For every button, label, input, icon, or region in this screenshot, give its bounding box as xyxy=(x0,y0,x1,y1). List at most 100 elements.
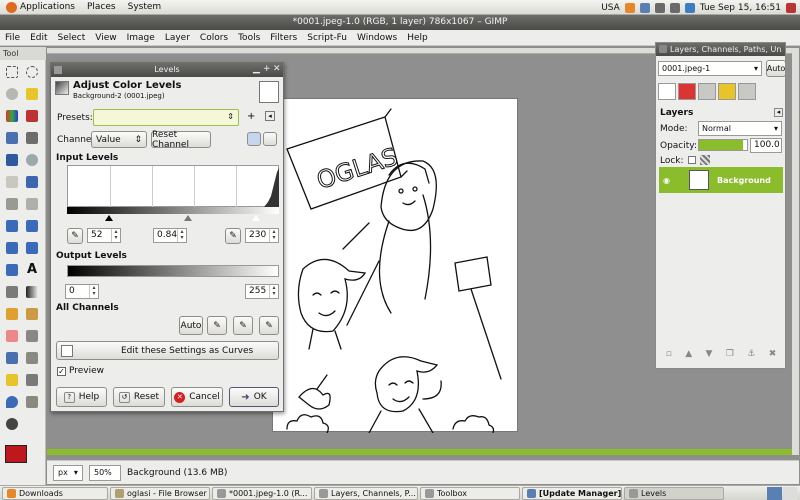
input-white-spinner[interactable]: 230 ▴ ▾ xyxy=(245,228,279,243)
eye-icon[interactable]: ◉ xyxy=(663,176,673,185)
auto-levels-button[interactable]: Auto xyxy=(179,316,203,335)
gray-eyedropper-icon[interactable]: ✎ xyxy=(233,316,253,335)
airbrush-tool-icon[interactable] xyxy=(23,327,41,344)
input-black-handle[interactable] xyxy=(105,215,113,221)
power-icon[interactable] xyxy=(786,2,796,13)
align-tool-icon[interactable] xyxy=(3,195,21,212)
eraser-tool-icon[interactable] xyxy=(3,327,21,344)
move-tool-icon[interactable] xyxy=(23,173,41,190)
scale-tool-icon[interactable] xyxy=(23,217,41,234)
menu-filters[interactable]: Filters xyxy=(265,33,302,43)
input-gamma-spinner[interactable]: 0.84 ▴ ▾ xyxy=(153,228,187,243)
color-select-tool-icon[interactable] xyxy=(3,107,21,124)
layer-row-background[interactable]: ◉ Background xyxy=(659,167,783,193)
paths-tool-icon[interactable] xyxy=(23,129,41,146)
task-update-manager[interactable]: [Update Manager] xyxy=(522,486,622,500)
presets-combo[interactable]: ⇕ xyxy=(93,109,239,126)
lock-alpha-icon[interactable] xyxy=(700,155,710,165)
auto-button[interactable]: Auto xyxy=(766,60,786,77)
workspace-1[interactable] xyxy=(767,486,782,500)
mode-select[interactable]: Normal ▾ xyxy=(698,121,782,136)
menu-view[interactable]: View xyxy=(90,33,121,43)
input-white-handle[interactable] xyxy=(252,215,260,221)
task-gimp-image[interactable]: *0001.jpeg-1.0 (R... xyxy=(212,486,312,500)
layers-list[interactable] xyxy=(659,195,783,345)
tab-undo[interactable] xyxy=(718,83,736,100)
rotate-tool-icon[interactable] xyxy=(3,217,21,234)
color-picker-tool-icon[interactable] xyxy=(3,151,21,168)
dodge-burn-tool-icon[interactable] xyxy=(3,415,21,432)
volume-icon[interactable] xyxy=(669,2,680,13)
delete-layer-icon[interactable]: ✖ xyxy=(769,349,777,363)
blend-tool-icon[interactable] xyxy=(23,283,41,300)
channel-select[interactable]: Value ⇕ xyxy=(91,131,147,148)
applications-menu[interactable]: Applications xyxy=(0,1,81,13)
menu-colors[interactable]: Colors xyxy=(195,33,233,43)
update-icon[interactable] xyxy=(639,2,650,13)
menu-windows[interactable]: Windows xyxy=(352,33,402,43)
zoom-tool-icon[interactable] xyxy=(23,151,41,168)
network-icon[interactable] xyxy=(654,2,665,13)
workspace-2[interactable] xyxy=(782,486,797,500)
rect-select-tool-icon[interactable] xyxy=(3,63,21,80)
minimize-icon[interactable]: ▁ xyxy=(253,64,260,74)
preset-menu-icon[interactable]: ◂ xyxy=(265,111,275,121)
blur-tool-icon[interactable] xyxy=(3,393,21,410)
add-preset-icon[interactable]: + xyxy=(247,111,255,122)
ok-button[interactable]: ➜ OK xyxy=(229,387,279,407)
output-black-spinner[interactable]: 0 ▴ ▾ xyxy=(65,284,99,299)
menu-layer[interactable]: Layer xyxy=(160,33,195,43)
reset-button[interactable]: ↺ Reset xyxy=(113,387,165,407)
menu-script-fu[interactable]: Script-Fu xyxy=(302,33,352,43)
clock[interactable]: Tue Sep 15, 16:51 xyxy=(700,3,781,13)
duplicate-layer-icon[interactable]: ❐ xyxy=(726,349,734,363)
mail-icon[interactable] xyxy=(684,2,695,13)
black-point-picker-icon[interactable]: ✎ xyxy=(67,228,83,244)
tab-channels[interactable] xyxy=(678,83,696,100)
menu-help[interactable]: Help xyxy=(402,33,433,43)
pencil-tool-icon[interactable] xyxy=(3,305,21,322)
tab-brushes[interactable] xyxy=(738,83,756,100)
text-tool-icon[interactable]: A xyxy=(23,261,41,278)
log-histogram-icon[interactable] xyxy=(263,132,277,146)
raise-layer-icon[interactable]: ▲ xyxy=(685,349,692,363)
spinner-arrows-icon[interactable]: ▴ ▾ xyxy=(177,229,186,242)
vertical-scrollbar[interactable] xyxy=(792,48,799,455)
anchor-layer-icon[interactable]: ⚓ xyxy=(747,349,755,363)
system-menu[interactable]: System xyxy=(122,2,168,12)
dialog-config-icon[interactable]: ◂ xyxy=(774,108,783,117)
vlc-icon[interactable] xyxy=(624,2,635,13)
white-eyedropper-icon[interactable]: ✎ xyxy=(259,316,279,335)
perspective-tool-icon[interactable] xyxy=(23,239,41,256)
horizontal-scrollbar[interactable] xyxy=(47,449,792,455)
tab-paths[interactable] xyxy=(698,83,716,100)
workspace-switcher[interactable] xyxy=(767,486,797,500)
white-point-picker-icon[interactable]: ✎ xyxy=(225,228,241,244)
image-select[interactable]: 0001.jpeg-1 ▾ xyxy=(658,61,762,76)
zoom-select[interactable]: 50% xyxy=(89,464,121,481)
paintbrush-tool-icon[interactable] xyxy=(23,305,41,322)
flip-tool-icon[interactable] xyxy=(3,261,21,278)
input-gamma-handle[interactable] xyxy=(184,215,192,221)
black-eyedropper-icon[interactable]: ✎ xyxy=(207,316,227,335)
places-menu[interactable]: Places xyxy=(81,2,122,12)
perspective-clone-tool-icon[interactable] xyxy=(23,371,41,388)
tab-layers[interactable] xyxy=(658,83,676,100)
bucket-fill-tool-icon[interactable] xyxy=(3,283,21,300)
menu-tools[interactable]: Tools xyxy=(233,33,265,43)
maximize-icon[interactable]: + xyxy=(263,64,271,74)
lasso-tool-icon[interactable] xyxy=(3,85,21,102)
task-layers[interactable]: Layers, Channels, P... xyxy=(314,486,418,500)
output-white-spinner[interactable]: 255 ▴ ▾ xyxy=(245,284,279,299)
preview-checkbox[interactable]: ✓ xyxy=(57,367,66,376)
task-file-browser[interactable]: oglasi - File Browser xyxy=(110,486,210,500)
window-menu-icon[interactable] xyxy=(54,66,62,74)
menu-image[interactable]: Image xyxy=(122,33,160,43)
task-downloads[interactable]: Downloads xyxy=(2,486,108,500)
input-black-spinner[interactable]: 52 ▴ ▾ xyxy=(87,228,121,243)
dialog-menu-icon[interactable] xyxy=(659,45,667,53)
ink-tool-icon[interactable] xyxy=(3,349,21,366)
opacity-spinner[interactable]: 100.0 xyxy=(750,138,782,153)
foreground-select-tool-icon[interactable] xyxy=(3,129,21,146)
lock-pixels-checkbox[interactable] xyxy=(688,156,696,164)
